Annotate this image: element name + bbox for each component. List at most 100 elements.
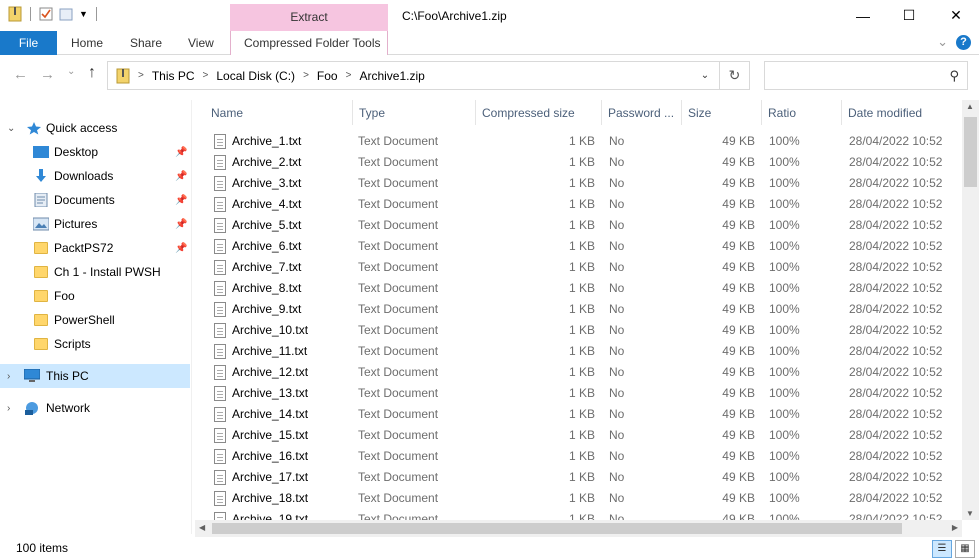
sidebar-item-powershell[interactable]: PowerShell	[0, 308, 190, 332]
sidebar-item-label: PacktPS72	[54, 241, 114, 255]
breadcrumb-archive1-zip[interactable]: Archive1.zip	[359, 69, 424, 83]
scroll-up-arrow-icon[interactable]: ▲	[966, 102, 974, 111]
file-name: Archive_7.txt	[232, 260, 302, 274]
column-header-date-modified[interactable]: Date modified	[842, 100, 962, 125]
table-row[interactable]: Archive_19.txt Text Document 1 KB No 49 KB 10…	[200, 509, 962, 520]
table-row[interactable]: Archive_14.txt Text Document 1 KB No 49 KB 10…	[200, 404, 962, 425]
breadcrumb-this-pc[interactable]: This PC	[152, 69, 195, 83]
breadcrumb-separator[interactable]: >	[203, 70, 209, 81]
tab-home[interactable]: Home	[71, 31, 103, 55]
table-row[interactable]: Archive_16.txt Text Document 1 KB No 49 KB 10…	[200, 446, 962, 467]
details-view-button[interactable]: ☰	[932, 540, 952, 558]
sidebar-item-this-pc[interactable]: › This PC	[0, 364, 190, 388]
tab-view[interactable]: View	[188, 31, 214, 55]
tab-share[interactable]: Share	[130, 31, 162, 55]
file-ratio: 100%	[769, 407, 800, 421]
table-row[interactable]: Archive_12.txt Text Document 1 KB No 49 KB 10…	[200, 362, 962, 383]
file-type: Text Document	[358, 491, 439, 505]
column-header-name[interactable]: Name	[205, 100, 353, 125]
expand-ribbon-chevron-icon[interactable]: ⌄	[937, 34, 948, 50]
table-row[interactable]: Archive_13.txt Text Document 1 KB No 49 KB 10…	[200, 383, 962, 404]
file-ratio: 100%	[769, 218, 800, 232]
table-row[interactable]: Archive_18.txt Text Document 1 KB No 49 KB 10…	[200, 488, 962, 509]
table-row[interactable]: Archive_10.txt Text Document 1 KB No 49 KB 10…	[200, 320, 962, 341]
horizontal-scroll-thumb[interactable]	[212, 523, 902, 534]
customize-toolbar-dropdown[interactable]: ▼	[79, 9, 88, 19]
column-header-size[interactable]: Size	[682, 100, 762, 125]
breadcrumb-separator[interactable]: >	[303, 70, 309, 81]
column-header-compressed-size[interactable]: Compressed size	[476, 100, 602, 125]
sidebar-item-quick-access[interactable]: ⌄ Quick access	[0, 116, 190, 140]
table-row[interactable]: Archive_8.txt Text Document 1 KB No 49 KB 100…	[200, 278, 962, 299]
scroll-left-arrow-icon[interactable]: ◀	[199, 523, 205, 532]
file-ratio: 100%	[769, 155, 800, 169]
collapsed-chevron-icon[interactable]: ›	[7, 403, 10, 414]
breadcrumb-foo[interactable]: Foo	[317, 69, 338, 83]
table-row[interactable]: Archive_9.txt Text Document 1 KB No 49 KB 100…	[200, 299, 962, 320]
table-row[interactable]: Archive_1.txt Text Document 1 KB No 49 KB 100…	[200, 131, 962, 152]
text-document-icon	[214, 218, 226, 233]
collapsed-chevron-icon[interactable]: ›	[7, 371, 10, 382]
sidebar-item-desktop[interactable]: Desktop 📌	[0, 140, 190, 164]
file-compressed-size: 1 KB	[568, 281, 595, 295]
file-compressed-size: 1 KB	[568, 323, 595, 337]
properties-icon[interactable]	[39, 6, 53, 22]
address-history-chevron-icon[interactable]: ⌄	[695, 62, 715, 89]
file-size: 49 KB	[722, 470, 755, 484]
refresh-button[interactable]: ↻	[719, 62, 749, 89]
sidebar-item-network[interactable]: › Network	[0, 396, 190, 420]
vertical-scrollbar[interactable]: ▲ ▼	[962, 100, 979, 520]
sidebar-item-packtps72[interactable]: PacktPS72 📌	[0, 236, 190, 260]
column-header-type[interactable]: Type	[353, 100, 476, 125]
folder-icon	[34, 242, 48, 254]
horizontal-scrollbar[interactable]: ◀ ▶	[195, 520, 962, 537]
table-row[interactable]: Archive_11.txt Text Document 1 KB No 49 KB 10…	[200, 341, 962, 362]
column-header-password[interactable]: Password ...	[602, 100, 682, 125]
file-compressed-size: 1 KB	[568, 302, 595, 316]
address-bar[interactable]: > This PC > Local Disk (C:) > Foo > Arch…	[107, 61, 750, 90]
tab-compressed-folder-tools[interactable]: Compressed Folder Tools	[244, 31, 381, 55]
column-header-ratio[interactable]: Ratio	[762, 100, 842, 125]
sidebar-item-downloads[interactable]: Downloads 📌	[0, 164, 190, 188]
sidebar-item-documents[interactable]: Documents 📌	[0, 188, 190, 212]
toolbar-separator	[95, 7, 97, 21]
table-row[interactable]: Archive_2.txt Text Document 1 KB No 49 KB 100…	[200, 152, 962, 173]
breadcrumb-local-disk[interactable]: Local Disk (C:)	[216, 69, 295, 83]
file-size: 49 KB	[722, 344, 755, 358]
table-row[interactable]: Archive_17.txt Text Document 1 KB No 49 KB 10…	[200, 467, 962, 488]
sidebar-item-ch1-install-pwsh[interactable]: Ch 1 - Install PWSH	[0, 260, 190, 284]
maximize-button[interactable]: ☐	[886, 0, 932, 31]
recent-locations-chevron-icon[interactable]: ⌄	[67, 66, 75, 77]
up-button[interactable]: ↑	[88, 64, 96, 82]
table-row[interactable]: Archive_15.txt Text Document 1 KB No 49 KB 10…	[200, 425, 962, 446]
table-row[interactable]: Archive_3.txt Text Document 1 KB No 49 KB 100…	[200, 173, 962, 194]
large-icons-view-button[interactable]: ▦	[955, 540, 975, 558]
file-type: Text Document	[358, 365, 439, 379]
help-button[interactable]: ?	[956, 34, 971, 50]
file-name: Archive_6.txt	[232, 239, 302, 253]
table-row[interactable]: Archive_5.txt Text Document 1 KB No 49 KB 100…	[200, 215, 962, 236]
table-row[interactable]: Archive_7.txt Text Document 1 KB No 49 KB 100…	[200, 257, 962, 278]
minimize-button[interactable]: —	[840, 0, 886, 31]
expanded-chevron-icon[interactable]: ⌄	[7, 123, 15, 134]
sidebar-item-foo[interactable]: Foo	[0, 284, 190, 308]
table-row[interactable]: Archive_4.txt Text Document 1 KB No 49 KB 100…	[200, 194, 962, 215]
text-document-icon	[214, 491, 226, 506]
file-ratio: 100%	[769, 134, 800, 148]
search-input[interactable]: ⚲	[764, 61, 968, 90]
forward-button[interactable]: →	[40, 66, 55, 83]
new-folder-icon[interactable]	[59, 6, 73, 22]
scroll-down-arrow-icon[interactable]: ▼	[966, 509, 974, 518]
scroll-right-arrow-icon[interactable]: ▶	[952, 523, 958, 532]
file-password: No	[609, 512, 625, 520]
close-button[interactable]: ✕	[933, 0, 979, 31]
sidebar-item-scripts[interactable]: Scripts	[0, 332, 190, 356]
context-tab-group-extract[interactable]: Extract	[230, 4, 388, 31]
sidebar-item-pictures[interactable]: Pictures 📌	[0, 212, 190, 236]
breadcrumb-separator[interactable]: >	[346, 70, 352, 81]
back-button[interactable]: ←	[13, 66, 28, 83]
table-row[interactable]: Archive_6.txt Text Document 1 KB No 49 KB 100…	[200, 236, 962, 257]
vertical-scroll-thumb[interactable]	[964, 117, 977, 187]
file-name: Archive_19.txt	[232, 512, 309, 520]
tab-file[interactable]: File	[0, 31, 57, 55]
